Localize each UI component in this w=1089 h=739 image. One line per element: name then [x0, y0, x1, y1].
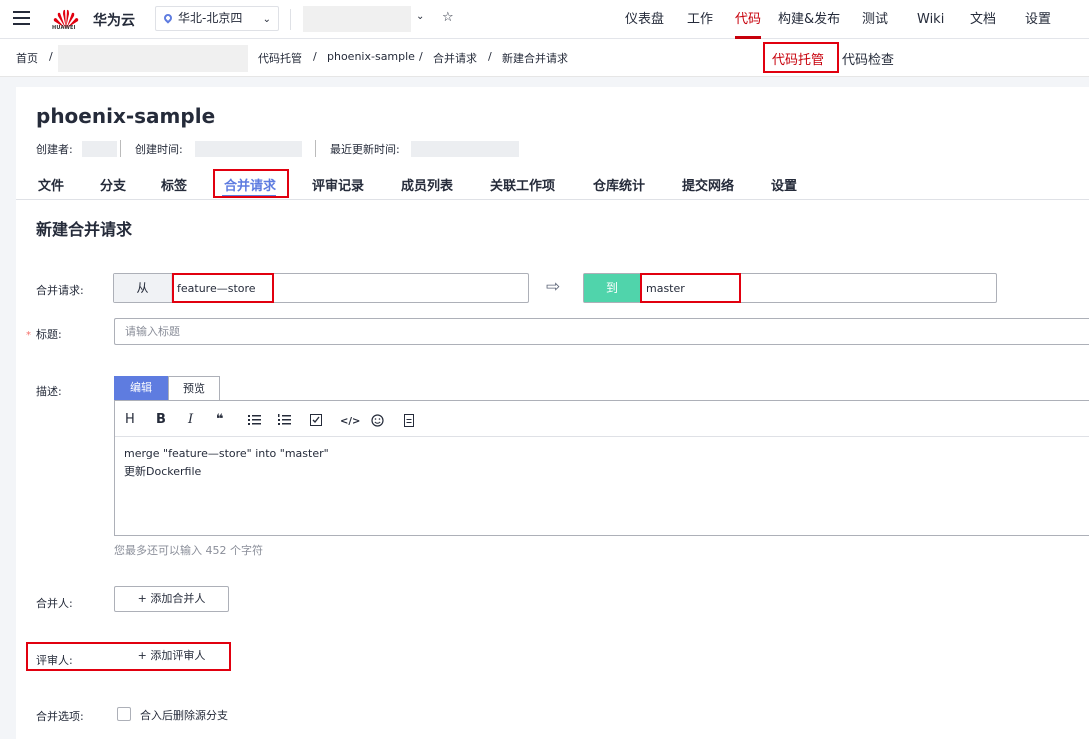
creator-value — [82, 141, 117, 157]
page-gutter — [0, 77, 16, 739]
nav-wiki[interactable]: Wiki — [917, 0, 944, 39]
arrow-right-icon: ⇨ — [546, 277, 561, 297]
file-icon[interactable] — [404, 414, 414, 427]
emoji-icon[interactable] — [371, 414, 384, 427]
editor-tab-edit[interactable]: 编辑 — [114, 376, 168, 401]
nav-code[interactable]: 代码 — [735, 0, 762, 39]
divider — [16, 199, 1089, 200]
highlight-box — [26, 642, 231, 671]
breadcrumb-current: 新建合并请求 — [502, 52, 568, 65]
to-label: 到 — [584, 274, 640, 302]
menu-icon[interactable] — [13, 11, 30, 26]
breadcrumb-separator: / — [313, 50, 317, 63]
service-link-code-check[interactable]: 代码检查 — [842, 49, 894, 68]
tab-branches[interactable]: 分支 — [100, 175, 126, 194]
nav-test[interactable]: 测试 — [862, 0, 888, 39]
star-icon[interactable]: ☆ — [442, 10, 454, 25]
nav-docs[interactable]: 文档 — [970, 0, 996, 39]
delete-source-branch-checkbox[interactable] — [117, 707, 131, 721]
region-label: 华北-北京四 — [178, 11, 243, 25]
updated-time-label: 最近更新时间: — [330, 143, 400, 156]
nav-dashboard[interactable]: 仪表盘 — [625, 0, 664, 39]
checklist-icon[interactable] — [310, 414, 322, 426]
breadcrumb-home[interactable]: 首页 — [16, 50, 38, 66]
created-time-label: 创建时间: — [135, 143, 183, 156]
bullet-list-icon[interactable] — [248, 414, 261, 426]
description-label: 描述: — [36, 385, 62, 398]
nav-build-release[interactable]: 构建&发布 — [778, 0, 840, 39]
bold-icon[interactable]: B — [156, 413, 166, 427]
breadcrumb-separator: / — [419, 50, 423, 63]
title-input[interactable] — [114, 318, 1089, 345]
creator-label: 创建者: — [36, 143, 73, 156]
brand-name[interactable]: 华为云 — [93, 10, 135, 30]
editor-text-line: merge "feature—store" into "master" — [124, 447, 329, 460]
merger-label: 合并人: — [36, 597, 73, 610]
breadcrumb-project[interactable] — [58, 45, 248, 72]
nav-settings[interactable]: 设置 — [1025, 0, 1051, 39]
section-title: 新建合并请求 — [36, 220, 133, 239]
tab-repo-stats[interactable]: 仓库统计 — [593, 175, 645, 194]
title-label: 标题: — [36, 328, 62, 341]
editor-text-line: 更新Dockerfile — [124, 465, 202, 478]
breadcrumb-code-hosting[interactable]: 代码托管 — [258, 50, 302, 66]
tab-review-records[interactable]: 评审记录 — [312, 175, 364, 194]
divider — [290, 9, 291, 30]
italic-icon[interactable]: I — [188, 413, 193, 427]
repo-title: phoenix-sample — [36, 104, 216, 128]
quote-icon[interactable]: ❝ — [216, 413, 224, 427]
char-count-hint: 您最多还可以输入 452 个字符 — [114, 544, 263, 557]
required-marker: * — [26, 330, 31, 341]
region-selector[interactable]: 华北-北京四 ⌄ — [155, 6, 279, 31]
add-merger-button[interactable]: + 添加合并人 — [114, 586, 229, 612]
created-time-value — [195, 141, 302, 157]
logo-wordmark: HUAWEI — [52, 25, 76, 31]
divider — [115, 436, 1089, 437]
tab-commit-network[interactable]: 提交网络 — [682, 175, 734, 194]
highlight-box — [763, 42, 839, 73]
highlight-box — [172, 273, 274, 303]
top-navbar: HUAWEI 华为云 华北-北京四 ⌄ ⌄ ☆ 仪表盘 工作 代码 构建&发布 … — [0, 0, 1089, 39]
tab-members[interactable]: 成员列表 — [401, 175, 453, 194]
highlight-box — [213, 169, 289, 198]
merge-options-label: 合并选项: — [36, 710, 84, 723]
description-editor[interactable]: H B I ❝ </> merge "feature—store" into "… — [114, 400, 1089, 536]
breadcrumb-separator: / — [488, 50, 492, 63]
tab-settings[interactable]: 设置 — [771, 175, 797, 194]
breadcrumb-merge-requests[interactable]: 合并请求 — [433, 50, 477, 66]
from-label: 从 — [114, 274, 172, 302]
page-background — [0, 77, 1089, 87]
code-icon[interactable]: </> — [340, 415, 360, 429]
breadcrumb-separator: / — [49, 50, 53, 63]
chevron-down-icon[interactable]: ⌄ — [416, 11, 424, 22]
location-pin-icon — [162, 12, 174, 24]
ordered-list-icon[interactable] — [278, 414, 291, 426]
tab-linked-work-items[interactable]: 关联工作项 — [490, 175, 555, 194]
chevron-down-icon: ⌄ — [262, 14, 271, 25]
divider — [120, 140, 121, 157]
breadcrumb-repo[interactable]: phoenix-sample — [327, 50, 415, 63]
tab-files[interactable]: 文件 — [38, 175, 64, 194]
nav-work[interactable]: 工作 — [687, 0, 713, 39]
delete-source-branch-label[interactable]: 合入后删除源分支 — [140, 707, 228, 723]
updated-time-value — [411, 141, 519, 157]
divider — [315, 140, 316, 157]
heading-icon[interactable]: H — [125, 413, 135, 427]
highlight-box — [640, 273, 741, 303]
merge-request-label: 合并请求: — [36, 284, 84, 297]
editor-tab-preview[interactable]: 预览 — [168, 376, 220, 401]
project-selector[interactable] — [303, 6, 411, 32]
tab-tags[interactable]: 标签 — [161, 175, 187, 194]
